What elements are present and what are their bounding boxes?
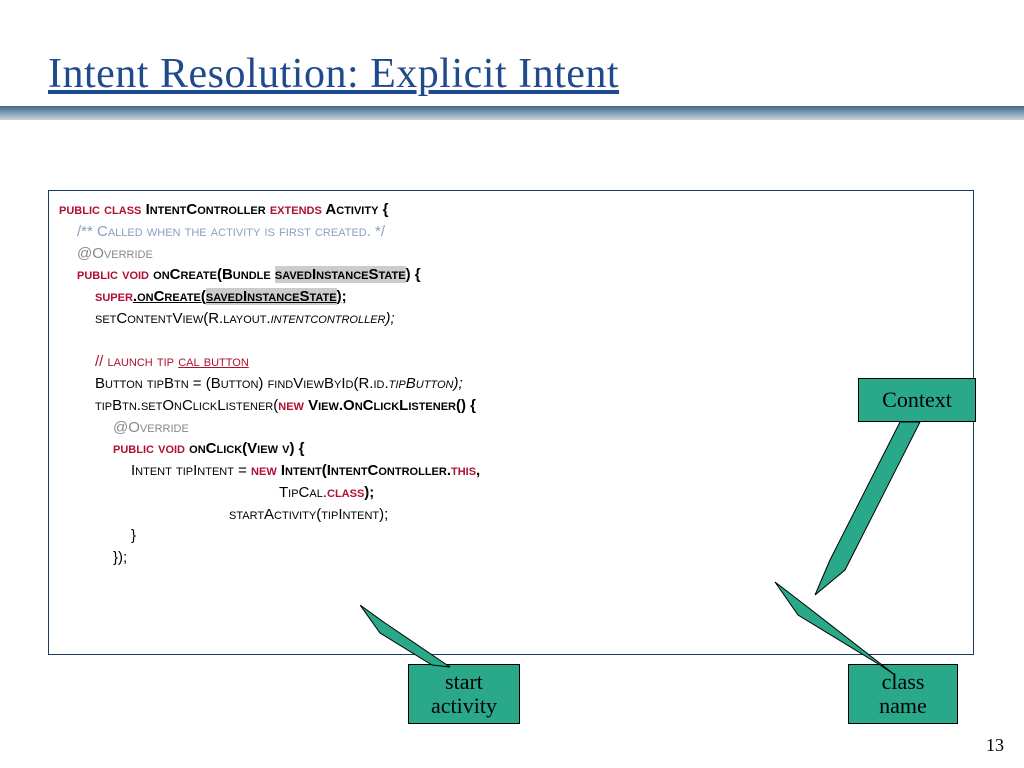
arrow-icon bbox=[770, 580, 920, 680]
code-kw: new bbox=[251, 462, 277, 479]
code-kw: extends bbox=[270, 201, 322, 218]
code-text: Activity { bbox=[322, 201, 389, 218]
code-kw: super bbox=[95, 288, 133, 305]
code-text: ) { bbox=[406, 266, 421, 283]
code-text: , bbox=[476, 462, 480, 479]
code-kw: class bbox=[327, 484, 364, 501]
code-kw: new bbox=[278, 397, 304, 414]
code-text: tipBtn.setOnClickListener( bbox=[95, 397, 278, 414]
code-text: .onCreate( bbox=[133, 288, 206, 305]
arrow-icon bbox=[800, 420, 960, 600]
code-text: Button tipBtn = (Button) findViewById(R.… bbox=[95, 375, 389, 392]
code-text: }); bbox=[113, 549, 127, 566]
code-italic: intentcontroller bbox=[271, 310, 386, 327]
code-text: onCreate(Bundle bbox=[149, 266, 275, 283]
code-kw: this bbox=[451, 462, 476, 479]
code-text: ); bbox=[337, 288, 347, 305]
code-text: onClick(View v) { bbox=[185, 440, 304, 457]
code-text: startActivity(tipIntent); bbox=[229, 506, 388, 523]
code-highlight: savedInstanceState bbox=[275, 266, 406, 283]
code-highlight: savedInstanceState bbox=[206, 288, 337, 305]
code-kw: public class bbox=[59, 201, 141, 218]
divider-bar bbox=[0, 106, 1024, 120]
slide-title: Intent Resolution: Explicit Intent bbox=[0, 0, 1024, 106]
code-text: Intent tipIntent = bbox=[131, 462, 251, 479]
code-comment: /** Called when the activity is first cr… bbox=[77, 223, 385, 240]
code-comment: // launch tip bbox=[95, 353, 178, 370]
code-kw: public void bbox=[77, 266, 149, 283]
code-annotation: @Override bbox=[113, 419, 189, 436]
code-italic: tipButton bbox=[389, 375, 454, 392]
page-number: 13 bbox=[986, 735, 1004, 756]
code-text: Intent(IntentController. bbox=[277, 462, 451, 479]
code-annotation: @Override bbox=[77, 245, 153, 262]
callout-context: Context bbox=[858, 378, 976, 422]
code-text: IntentController bbox=[141, 201, 269, 218]
code-text: ); bbox=[453, 375, 462, 392]
code-text: } bbox=[131, 527, 136, 544]
code-text: View.OnClickListener() { bbox=[304, 397, 476, 414]
code-text: setContentView(R.layout. bbox=[95, 310, 271, 327]
code-kw: public void bbox=[113, 440, 185, 457]
code-text: ); bbox=[386, 310, 395, 327]
code-comment: cal button bbox=[178, 353, 249, 370]
code-text: TipCal. bbox=[279, 484, 327, 501]
code-text: ); bbox=[364, 484, 374, 501]
arrow-icon bbox=[360, 605, 470, 675]
